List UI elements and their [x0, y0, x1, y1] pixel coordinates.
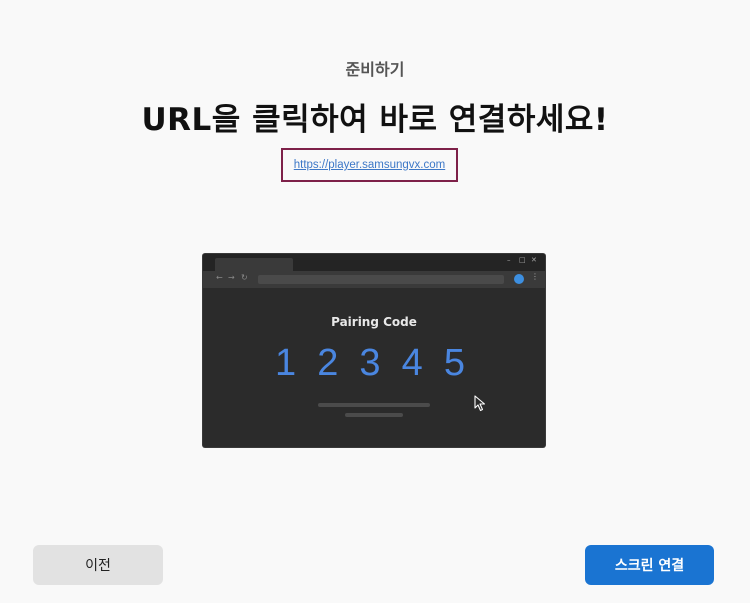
pairing-digit: 1 [275, 342, 297, 384]
pairing-code-digits: 1 2 3 4 5 [275, 342, 465, 385]
player-url-link[interactable]: https://player.samsungvx.com [294, 159, 445, 171]
address-bar [258, 275, 504, 284]
pairing-digit: 3 [359, 342, 381, 384]
kebab-menu-icon: ⋮ [531, 272, 539, 281]
reload-icon: ↻ [241, 273, 248, 282]
pairing-digit: 4 [401, 342, 423, 384]
connect-screen-button[interactable]: 스크린 연결 [585, 545, 714, 585]
browser-tab [215, 258, 293, 271]
browser-tabbar: – □ ✕ [203, 254, 545, 271]
placeholder-bar [345, 413, 403, 417]
pairing-digit: 5 [443, 342, 465, 384]
back-arrow-icon: ← [216, 273, 223, 282]
placeholder-bar [318, 403, 430, 407]
profile-icon [514, 274, 524, 284]
pairing-code-label: Pairing Code [331, 315, 417, 329]
minimize-icon: – [507, 256, 511, 264]
forward-arrow-icon: → [228, 273, 235, 282]
maximize-icon: □ [519, 256, 526, 264]
pairing-digit: 2 [317, 342, 339, 384]
url-highlight-box: https://player.samsungvx.com [281, 148, 458, 182]
previous-button[interactable]: 이전 [33, 545, 163, 585]
close-icon: ✕ [531, 256, 537, 264]
browser-illustration: – □ ✕ ← → ↻ ⋮ Pairing Code 1 2 3 4 5 [203, 254, 545, 447]
page-title: URL을 클릭하여 바로 연결하세요! [141, 102, 609, 138]
mouse-cursor-icon [474, 395, 486, 412]
page-subtitle: 준비하기 [345, 60, 405, 79]
